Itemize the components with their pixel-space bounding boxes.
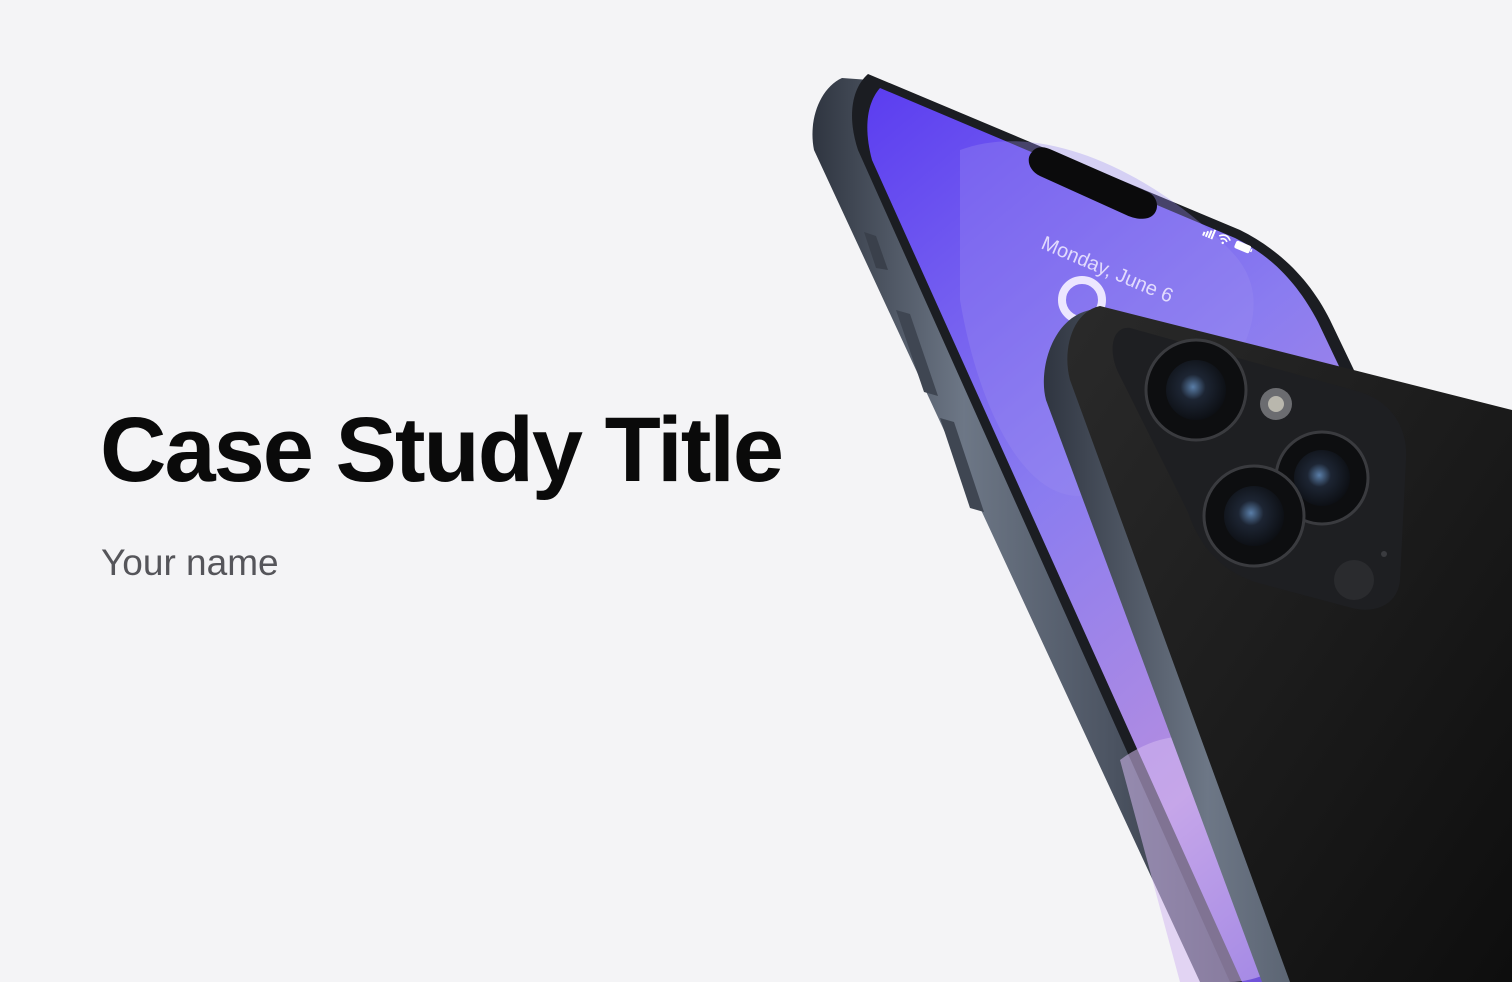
- camera-lens-icon: [1202, 464, 1306, 568]
- flash-icon: [1260, 388, 1292, 420]
- camera-lens-icon: [1144, 338, 1248, 442]
- case-study-title: Case Study Title: [100, 399, 784, 501]
- phone-mockup-illustration: Monday, June 6: [760, 0, 1512, 982]
- lidar-sensor-icon: [1334, 560, 1374, 600]
- case-study-cover: Case Study Title Your name Monday, June …: [0, 0, 1512, 982]
- author-name: Your name: [101, 542, 279, 583]
